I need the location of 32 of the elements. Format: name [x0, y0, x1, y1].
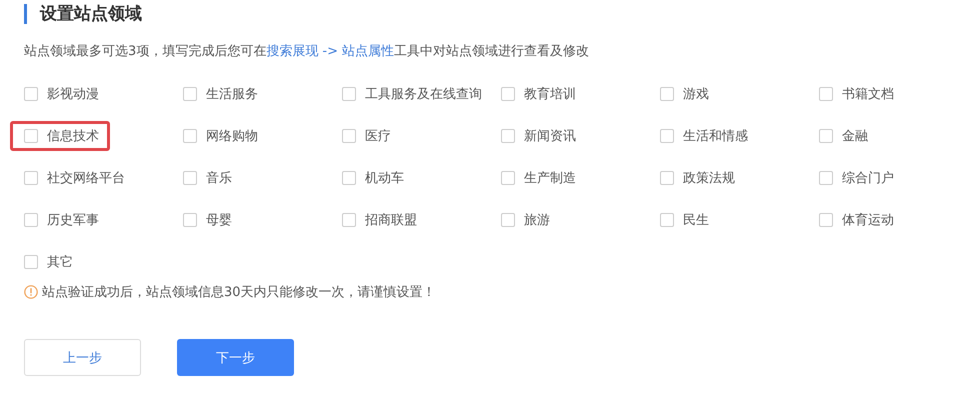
- domain-option[interactable]: 医疗: [339, 121, 402, 151]
- domain-option[interactable]: 生产制造: [498, 163, 587, 193]
- domain-option[interactable]: 其它: [21, 247, 84, 277]
- domain-option[interactable]: 体育运动: [816, 205, 905, 235]
- domain-option[interactable]: 机动车: [339, 163, 415, 193]
- domain-option[interactable]: 历史军事: [21, 205, 110, 235]
- domain-option[interactable]: 教育培训: [498, 79, 587, 109]
- tool-link[interactable]: 搜索展现 -> 站点属性: [266, 44, 394, 59]
- next-button[interactable]: 下一步: [177, 339, 294, 376]
- description-text: 站点领域最多可选3项，填写完成后您可在搜索展现 -> 站点属性工具中对站点领域进行查看及修改: [24, 43, 590, 61]
- domain-option[interactable]: 新闻资讯: [498, 121, 587, 151]
- notice-text: 站点验证成功后，站点领域信息30天内只能修改一次，请谨慎设置！: [42, 284, 436, 301]
- domain-option[interactable]: 书籍文档: [816, 79, 905, 109]
- domain-option[interactable]: 工具服务及在线查询: [339, 79, 493, 109]
- section-title: 设置站点领域: [24, 4, 142, 24]
- domain-option[interactable]: 金融: [816, 121, 879, 151]
- domain-option[interactable]: 母婴: [180, 205, 243, 235]
- domain-option[interactable]: 网络购物: [180, 121, 269, 151]
- back-button[interactable]: 上一步: [24, 339, 141, 376]
- domain-option[interactable]: 社交网络平台: [21, 163, 136, 193]
- domain-option[interactable]: 招商联盟: [339, 205, 428, 235]
- domain-option[interactable]: 影视动漫: [21, 79, 110, 109]
- domain-option[interactable]: 音乐: [180, 163, 243, 193]
- domain-option[interactable]: 旅游: [498, 205, 561, 235]
- domain-option[interactable]: 游戏: [657, 79, 720, 109]
- domain-option[interactable]: 生活和情感: [657, 121, 759, 151]
- domain-option[interactable]: 综合门户: [816, 163, 905, 193]
- domain-option[interactable]: 生活服务: [180, 79, 269, 109]
- domain-option[interactable]: 政策法规: [657, 163, 746, 193]
- domain-option[interactable]: 信息技术: [10, 121, 110, 151]
- domain-option[interactable]: 民生: [657, 205, 720, 235]
- warning-icon: [24, 285, 38, 299]
